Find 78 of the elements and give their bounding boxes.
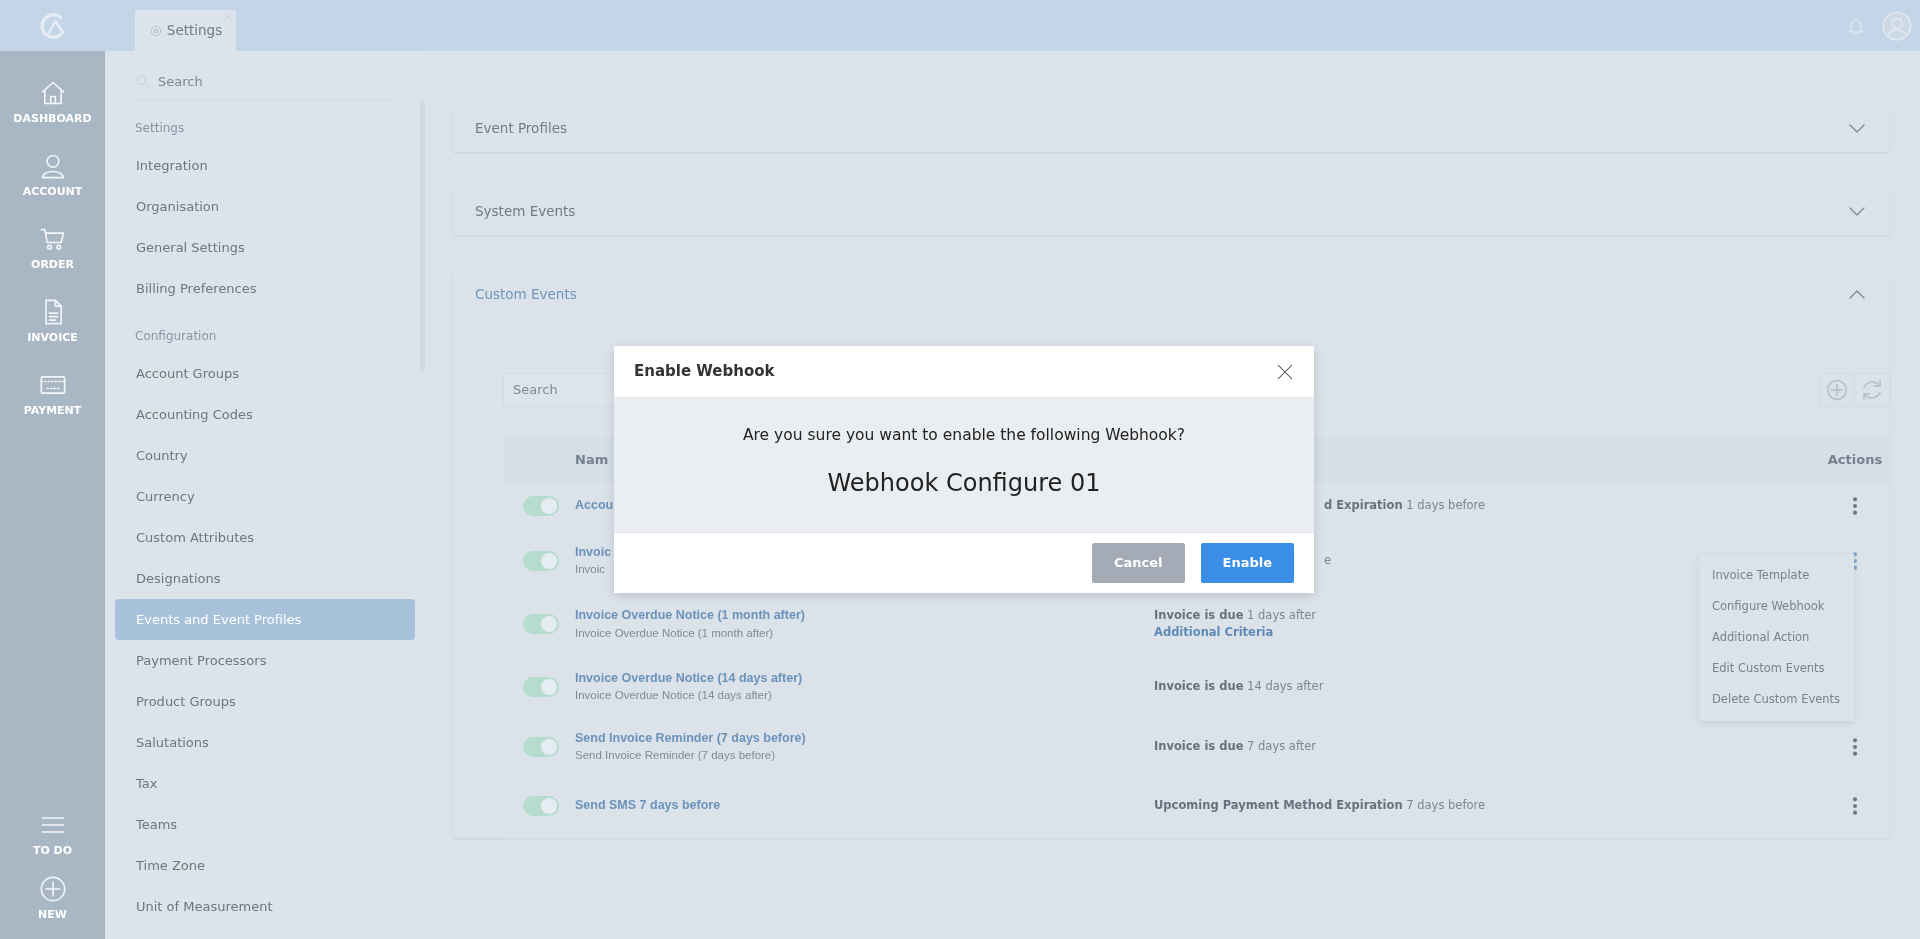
settings-nav-item[interactable]: Unit of Measurement bbox=[115, 886, 415, 927]
nav-label[interactable]: PAYMENT bbox=[23, 403, 82, 420]
column-header: Nam bbox=[575, 451, 609, 467]
event-condition: d Expiration 1 days before bbox=[1324, 496, 1486, 514]
event-name-link[interactable]: Send Invoice Reminder (7 days before) bbox=[575, 728, 806, 748]
dialog-message: Are you sure you want to enable the following Webhook? bbox=[742, 425, 1186, 446]
event-description: Send Invoice Reminder (7 days before) bbox=[575, 748, 776, 764]
toggle-switch[interactable] bbox=[523, 495, 559, 516]
settings-nav-item[interactable]: Accounting Codes bbox=[115, 394, 415, 435]
column-header: Actions bbox=[1826, 450, 1884, 469]
add-icon[interactable] bbox=[38, 874, 67, 903]
menu-item[interactable]: Edit Custom Events bbox=[1699, 653, 1854, 684]
event-condition: Invoice is due 1 days after bbox=[1154, 606, 1317, 624]
settings-tab[interactable]: Settings bbox=[135, 10, 236, 51]
toggle-switch[interactable] bbox=[523, 676, 559, 697]
nav-label[interactable]: INVOICE bbox=[27, 330, 78, 347]
event-description: Invoice Overdue Notice (1 month after) bbox=[575, 625, 774, 641]
settings-nav-item[interactable]: Product Groups bbox=[115, 681, 415, 722]
toggle-switch[interactable] bbox=[523, 795, 559, 816]
settings-nav-item[interactable]: Integration bbox=[115, 145, 415, 186]
event-name-link[interactable]: Accou bbox=[575, 496, 614, 515]
event-description: Invoic bbox=[575, 562, 606, 578]
additional-criteria-link[interactable]: Additional Criteria bbox=[1154, 624, 1274, 642]
section-heading: Configuration bbox=[134, 328, 218, 345]
nav-label[interactable]: TO DO bbox=[32, 842, 73, 860]
settings-nav-item[interactable]: General Settings bbox=[115, 227, 415, 268]
event-name-link[interactable]: Send SMS 7 days before bbox=[575, 796, 721, 815]
event-description: Invoice Overdue Notice (14 days after) bbox=[575, 688, 772, 704]
nav-label[interactable]: ACCOUNT bbox=[22, 184, 83, 201]
more-options-icon[interactable] bbox=[1852, 795, 1858, 816]
menu-item[interactable]: Additional Action bbox=[1699, 622, 1854, 653]
settings-nav-item[interactable]: Events and Event Profiles bbox=[115, 599, 415, 640]
dialog-title: Enable Webhook bbox=[634, 361, 775, 383]
chevron-up-icon bbox=[1849, 290, 1865, 299]
event-condition: Upcoming Payment Method Expiration 7 days before bbox=[1154, 796, 1486, 814]
settings-nav-item[interactable]: Country bbox=[115, 435, 415, 476]
settings-nav-item[interactable]: Organisation bbox=[115, 186, 415, 227]
nav-label[interactable]: ORDER bbox=[31, 257, 74, 274]
settings-nav-item[interactable]: Tax bbox=[115, 763, 415, 804]
nav-label[interactable]: DASHBOARD bbox=[13, 111, 92, 128]
webhook-name: Webhook Configure 01 bbox=[826, 468, 1102, 500]
menu-item[interactable]: Configure Webhook bbox=[1699, 591, 1854, 622]
close-icon[interactable] bbox=[1276, 362, 1294, 381]
toggle-switch[interactable] bbox=[523, 614, 559, 634]
settings-nav-item[interactable]: Salutations bbox=[115, 722, 415, 763]
event-condition: Invoice is due 14 days after bbox=[1154, 677, 1324, 695]
event-name-link[interactable]: Invoice Overdue Notice (1 month after) bbox=[575, 606, 805, 625]
event-condition: e bbox=[1324, 551, 1332, 569]
settings-nav-item[interactable]: Designations bbox=[115, 558, 415, 599]
enable-button[interactable]: Enable bbox=[1200, 543, 1294, 583]
settings-nav-item[interactable]: Time Zone bbox=[115, 845, 415, 886]
event-name-link[interactable]: Invoic bbox=[575, 542, 612, 562]
settings-nav-item[interactable]: Custom Attributes bbox=[115, 517, 415, 558]
settings-nav-item[interactable]: Currency bbox=[115, 476, 415, 517]
chevron-down-icon bbox=[1849, 207, 1865, 216]
menu-item[interactable]: Invoice Template bbox=[1699, 560, 1854, 591]
search-field[interactable]: Search bbox=[135, 63, 395, 101]
gear-icon bbox=[148, 23, 163, 38]
more-options-icon[interactable] bbox=[1852, 736, 1858, 757]
accordion-header[interactable]: System Events bbox=[453, 188, 1890, 235]
menu-item[interactable]: Delete Custom Events bbox=[1699, 684, 1854, 715]
settings-nav-item[interactable]: Teams bbox=[115, 804, 415, 845]
avatar-icon[interactable] bbox=[1882, 10, 1912, 41]
nav-label[interactable]: NEW bbox=[38, 906, 67, 924]
accordion-header[interactable]: Event Profiles bbox=[453, 105, 1890, 152]
section-heading: Settings bbox=[134, 120, 186, 137]
settings-nav-item[interactable]: Payment Processors bbox=[115, 640, 415, 681]
settings-nav-item[interactable]: Billing Preferences bbox=[115, 268, 415, 309]
toggle-switch[interactable] bbox=[523, 736, 559, 757]
event-condition: Invoice is due 7 days after bbox=[1154, 737, 1317, 755]
chevron-down-icon bbox=[1849, 124, 1865, 133]
accordion-header[interactable]: Custom Events bbox=[453, 271, 1890, 318]
toggle-switch[interactable] bbox=[523, 550, 559, 571]
cancel-button[interactable]: Cancel bbox=[1091, 543, 1185, 583]
event-name-link[interactable]: Invoice Overdue Notice (14 days after) bbox=[575, 668, 803, 688]
settings-nav-item[interactable]: Account Groups bbox=[115, 353, 415, 394]
search-icon bbox=[135, 74, 150, 89]
more-options-icon[interactable] bbox=[1852, 495, 1858, 516]
